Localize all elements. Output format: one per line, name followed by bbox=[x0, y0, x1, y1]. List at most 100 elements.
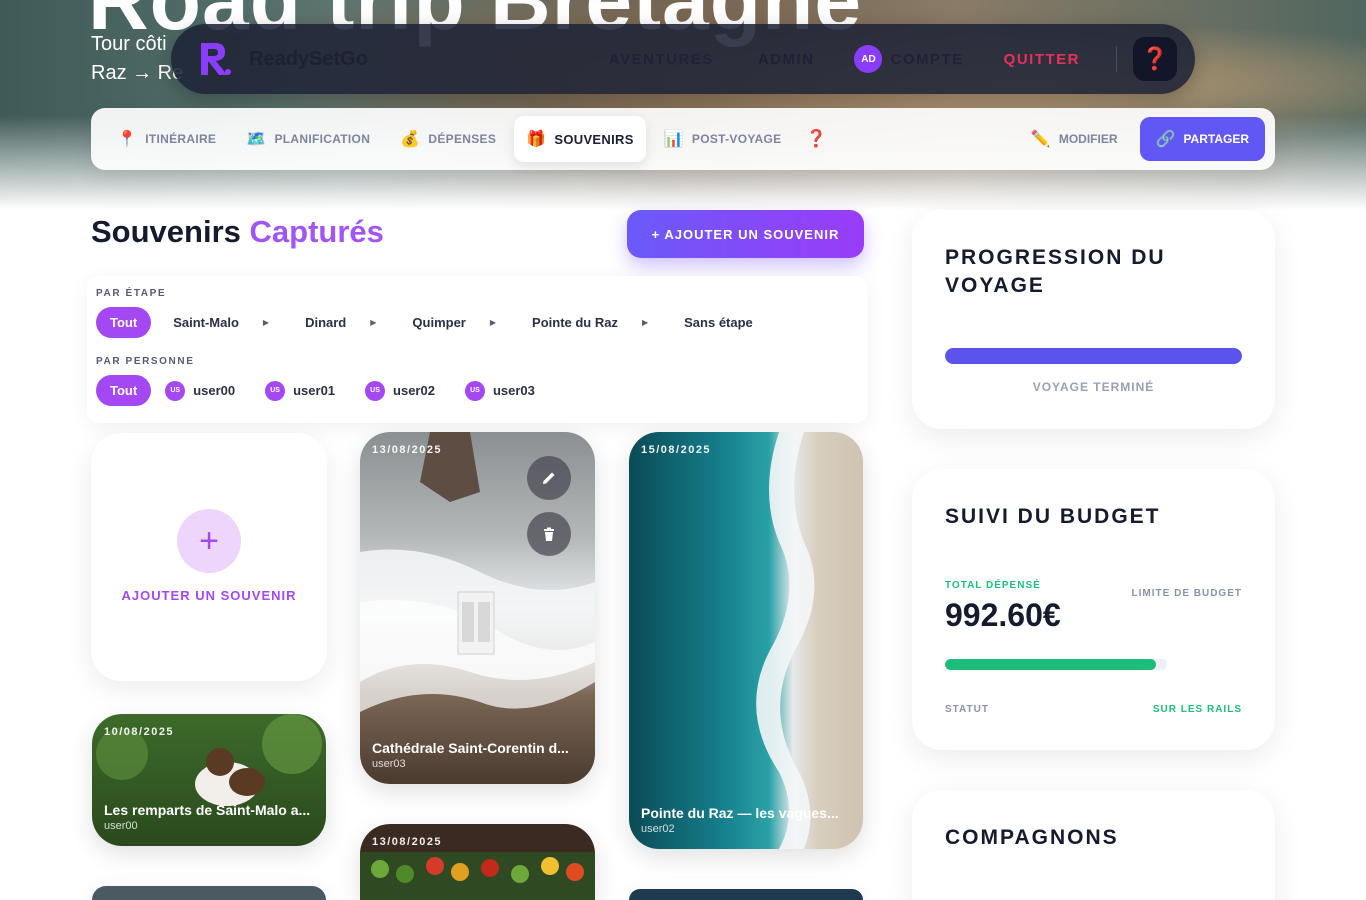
person-name: user01 bbox=[293, 383, 336, 398]
souvenir-title: Les remparts de Saint-Malo a... bbox=[104, 802, 311, 818]
pencil-icon: ✏️ bbox=[1030, 131, 1051, 148]
brand-logo-icon[interactable] bbox=[195, 39, 235, 79]
tab-label: SOUVENIRS bbox=[554, 131, 634, 147]
person-chip-user01[interactable]: US user01 bbox=[265, 380, 336, 401]
tab-label: PLANIFICATION bbox=[274, 132, 371, 146]
add-souvenir-button[interactable]: + AJOUTER UN SOUVENIR bbox=[627, 210, 864, 258]
tabs-help-icon[interactable]: ❓ bbox=[805, 129, 826, 149]
souvenir-card[interactable] bbox=[629, 889, 863, 900]
stage-chip-label: Quimper bbox=[412, 315, 466, 330]
tab-label: POST-VOYAGE bbox=[691, 132, 782, 146]
stage-chip-label: Saint-Malo bbox=[173, 315, 239, 330]
souvenir-card[interactable]: 13/08/2025 bbox=[360, 824, 595, 900]
brand-name[interactable]: ReadySetGo bbox=[249, 48, 368, 71]
share-button[interactable]: 🔗 PARTAGER bbox=[1139, 117, 1265, 161]
nav-link-aventures[interactable]: AVENTURES bbox=[609, 51, 714, 68]
pencil-icon bbox=[543, 472, 555, 484]
stage-chip-pointe-du-raz[interactable]: Pointe du Raz ▶ bbox=[518, 307, 662, 338]
souvenir-card[interactable]: 15/08/2025 Pointe du Raz — les vagues...… bbox=[629, 432, 863, 849]
spent-value: 992.60€ bbox=[945, 597, 1061, 633]
tab-depenses[interactable]: 💰 DÉPENSES bbox=[388, 116, 508, 162]
money-bag-icon: 💰 bbox=[400, 131, 421, 148]
add-souvenir-card[interactable]: + AJOUTER UN SOUVENIR bbox=[91, 433, 327, 681]
tab-souvenirs[interactable]: 🎁 SOUVENIRS bbox=[514, 116, 646, 162]
souvenir-user: user02 bbox=[641, 823, 675, 835]
trip-tabs: 📍 ITINÉRAIRE 🗺️ PLANIFICATION 💰 DÉPENSES… bbox=[91, 108, 1275, 170]
person-filter-row: Tout US user00 US user01 US user02 US us… bbox=[96, 375, 859, 406]
stage-chip-saint-malo[interactable]: Saint-Malo ▶ bbox=[159, 307, 283, 338]
souvenir-card[interactable]: 13/08/2025 Cathédrale Saint-Corentin d..… bbox=[360, 432, 595, 784]
caret-right-icon: ▶ bbox=[262, 318, 270, 327]
budget-bar-fill bbox=[945, 659, 1156, 670]
link-icon: 🔗 bbox=[1155, 131, 1176, 148]
stage-chip-quimper[interactable]: Quimper ▶ bbox=[398, 307, 510, 338]
section-title-main: Souvenirs bbox=[91, 214, 241, 249]
filters-panel: PAR ÉTAPE Tout Saint-Malo ▶ Dinard ▶ Quimp… bbox=[87, 276, 868, 423]
user-avatar: US bbox=[464, 380, 485, 401]
nav-account[interactable]: AD COMPTE bbox=[854, 45, 963, 73]
souvenir-user: user03 bbox=[372, 758, 406, 770]
trip-subtitle-line1: Tour côti bbox=[91, 33, 167, 55]
person-chip-user02[interactable]: US user02 bbox=[365, 380, 435, 401]
panel-title: SUIVI DU BUDGET bbox=[945, 505, 1161, 528]
user-avatar: US bbox=[365, 380, 386, 401]
panel-title: PROGRESSION DU VOYAGE bbox=[945, 246, 1166, 297]
person-chip-user03[interactable]: US user03 bbox=[464, 380, 535, 401]
progress-bar-fill bbox=[945, 348, 1242, 364]
edit-button[interactable]: ✏️ MODIFIER bbox=[1031, 129, 1118, 149]
souvenir-date: 13/08/2025 bbox=[372, 444, 443, 456]
trash-icon bbox=[544, 527, 554, 541]
top-navbar: ReadySetGo AVENTURES ADMIN AD COMPTE QUI… bbox=[171, 24, 1195, 94]
souvenir-date: 15/08/2025 bbox=[641, 444, 712, 456]
tab-itineraire[interactable]: 📍 ITINÉRAIRE bbox=[105, 116, 228, 162]
stage-chip-dinard[interactable]: Dinard ▶ bbox=[291, 307, 390, 338]
souvenir-photo bbox=[629, 432, 863, 849]
tab-planification[interactable]: 🗺️ PLANIFICATION bbox=[234, 116, 382, 162]
trip-subtitle: Tour côti Raz → Re bbox=[91, 30, 183, 88]
person-chip-all[interactable]: Tout bbox=[96, 375, 152, 406]
chart-icon: 📊 bbox=[663, 131, 684, 148]
nav-divider bbox=[1116, 46, 1117, 72]
edit-label: MODIFIER bbox=[1058, 132, 1118, 146]
delete-souvenir-button[interactable] bbox=[527, 512, 571, 556]
tabs-actions: ✏️ MODIFIER 🔗 PARTAGER bbox=[1031, 117, 1265, 161]
companions-panel: COMPAGNONS bbox=[912, 790, 1275, 900]
souvenir-card[interactable]: 10/08/2025 Les remparts de Saint-Malo a.… bbox=[92, 714, 326, 846]
pin-icon: 📍 bbox=[117, 131, 138, 148]
trip-subtitle-line2: Raz → Re bbox=[91, 62, 184, 84]
souvenir-card[interactable] bbox=[92, 886, 326, 900]
status-label: STATUT bbox=[945, 704, 989, 715]
tab-label: ITINÉRAIRE bbox=[145, 132, 217, 146]
person-filter-label: PAR PERSONNE bbox=[96, 356, 195, 367]
edit-souvenir-button[interactable] bbox=[527, 456, 571, 500]
stage-filter-label: PAR ÉTAPE bbox=[96, 288, 167, 299]
quit-link[interactable]: QUITTER bbox=[1004, 51, 1080, 68]
plus-icon: + bbox=[177, 509, 241, 573]
souvenir-date: 10/08/2025 bbox=[104, 726, 175, 738]
gift-icon: 🎁 bbox=[526, 131, 547, 148]
stage-chip-all[interactable]: Tout bbox=[96, 307, 152, 338]
nav-link-admin[interactable]: ADMIN bbox=[758, 51, 815, 68]
tab-post-voyage[interactable]: 📊 POST-VOYAGE bbox=[652, 116, 794, 162]
person-chip-user00[interactable]: US user00 bbox=[165, 380, 236, 401]
panel-title: COMPAGNONS bbox=[945, 826, 1119, 849]
section-title-accent: Capturés bbox=[249, 214, 384, 249]
avatar: AD bbox=[854, 45, 883, 73]
souvenir-title: Pointe du Raz — les vagues... bbox=[641, 805, 839, 821]
budget-bar bbox=[945, 659, 1167, 670]
tab-label: DÉPENSES bbox=[428, 132, 497, 146]
person-name: user02 bbox=[393, 383, 435, 398]
limit-label: LIMITE DE BUDGET bbox=[1131, 588, 1242, 599]
caret-right-icon: ▶ bbox=[489, 318, 497, 327]
person-name: user03 bbox=[492, 383, 535, 398]
stage-chip-sans-etape[interactable]: Sans étape bbox=[670, 307, 767, 338]
stage-chip-label: Dinard bbox=[305, 315, 347, 330]
budget-panel: SUIVI DU BUDGET TOTAL DÉPENSÉ LIMITE DE … bbox=[912, 469, 1275, 750]
person-name: user00 bbox=[193, 383, 236, 398]
help-icon[interactable]: ❓ bbox=[1133, 37, 1177, 81]
souvenir-caption: Les remparts de Saint-Malo a... user00 bbox=[104, 802, 314, 832]
progress-status: VOYAGE TERMINÉ bbox=[1032, 380, 1155, 394]
souvenir-title: Cathédrale Saint-Corentin d... bbox=[372, 740, 569, 756]
souvenir-date: 13/08/2025 bbox=[372, 836, 443, 848]
add-souvenir-card-label: AJOUTER UN SOUVENIR bbox=[121, 588, 297, 603]
